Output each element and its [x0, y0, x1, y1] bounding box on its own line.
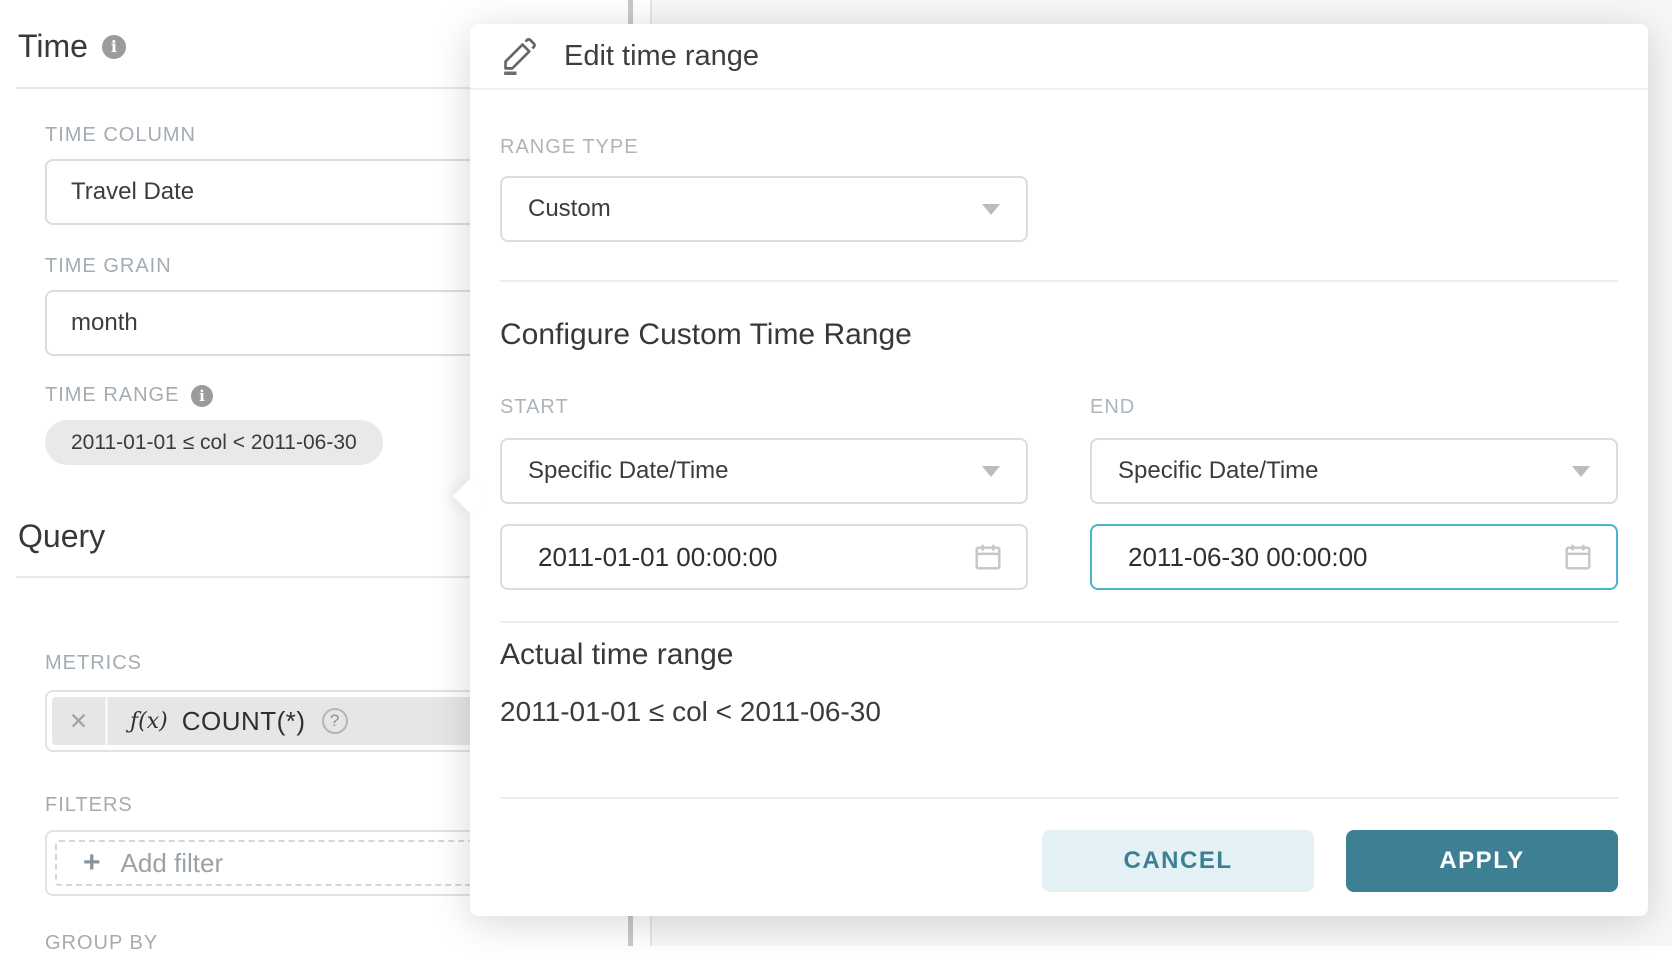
popover-divider [500, 621, 1618, 623]
end-datetime-value: 2011-06-30 00:00:00 [1128, 542, 1368, 573]
cancel-button[interactable]: CANCEL [1042, 830, 1314, 892]
start-mode-value: Specific Date/Time [528, 457, 729, 485]
end-label: END [1090, 396, 1135, 419]
chevron-down-icon [982, 466, 1000, 477]
start-label: START [500, 396, 569, 419]
filters-field: + Add filter [45, 830, 525, 896]
popover-header: Edit time range [470, 24, 1648, 90]
start-mode-select[interactable]: Specific Date/Time [500, 438, 1028, 504]
edit-time-range-popover: Edit time range RANGE TYPE Custom Config… [470, 24, 1648, 916]
range-type-label: RANGE TYPE [500, 136, 639, 159]
configure-heading: Configure Custom Time Range [500, 318, 912, 352]
time-column-select[interactable]: Travel Date [45, 159, 525, 225]
info-icon[interactable]: i [191, 385, 213, 407]
question-icon[interactable]: ? [322, 708, 348, 734]
time-grain-value: month [71, 309, 138, 337]
calendar-icon[interactable] [1562, 541, 1594, 573]
query-section-title: Query [18, 518, 105, 555]
query-section-label: Query [18, 518, 105, 555]
info-icon[interactable]: i [102, 35, 126, 59]
time-column-value: Travel Date [71, 178, 194, 206]
time-grain-select[interactable]: month [45, 290, 525, 356]
time-range-label: TIME RANGE i [45, 384, 213, 407]
end-mode-select[interactable]: Specific Date/Time [1090, 438, 1618, 504]
chevron-down-icon [982, 204, 1000, 215]
range-type-select[interactable]: Custom [500, 176, 1028, 242]
edit-pencil-icon [500, 37, 538, 75]
function-icon: ƒ(x) [130, 709, 168, 734]
filters-label: FILTERS [45, 794, 133, 817]
popover-divider [500, 280, 1618, 282]
remove-metric-icon[interactable]: ✕ [52, 697, 108, 745]
time-range-value: 2011-01-01 ≤ col < 2011-06-30 [71, 431, 357, 455]
group-by-label: GROUP BY [45, 932, 158, 955]
start-datetime-value: 2011-01-01 00:00:00 [538, 542, 778, 573]
add-filter-label: Add filter [121, 848, 224, 879]
apply-button[interactable]: APPLY [1346, 830, 1618, 892]
actual-time-range-value: 2011-01-01 ≤ col < 2011-06-30 [500, 696, 881, 728]
range-type-value: Custom [528, 195, 611, 223]
time-range-label-text: TIME RANGE [45, 384, 179, 407]
actual-time-range-heading: Actual time range [500, 638, 733, 672]
add-filter-button[interactable]: + Add filter [55, 840, 515, 886]
popover-title: Edit time range [564, 40, 759, 73]
metrics-label: METRICS [45, 652, 142, 675]
metrics-field[interactable]: ✕ ƒ(x) COUNT(*) ? [45, 690, 525, 752]
metric-chip-label: COUNT(*) [182, 706, 306, 737]
time-range-pill[interactable]: 2011-01-01 ≤ col < 2011-06-30 [45, 420, 383, 465]
time-grain-label: TIME GRAIN [45, 255, 172, 278]
end-datetime-input[interactable]: 2011-06-30 00:00:00 [1090, 524, 1618, 590]
time-column-label: TIME COLUMN [45, 124, 196, 147]
chevron-down-icon [1572, 466, 1590, 477]
metric-chip[interactable]: ✕ ƒ(x) COUNT(*) ? [52, 697, 518, 745]
plus-icon: + [83, 846, 101, 880]
start-datetime-input[interactable]: 2011-01-01 00:00:00 [500, 524, 1028, 590]
footer-divider [500, 797, 1618, 799]
time-section-title: Time i [18, 28, 126, 65]
calendar-icon[interactable] [972, 541, 1004, 573]
time-section-label: Time [18, 28, 88, 65]
popover-footer: CANCEL APPLY [1042, 830, 1618, 892]
end-mode-value: Specific Date/Time [1118, 457, 1319, 485]
